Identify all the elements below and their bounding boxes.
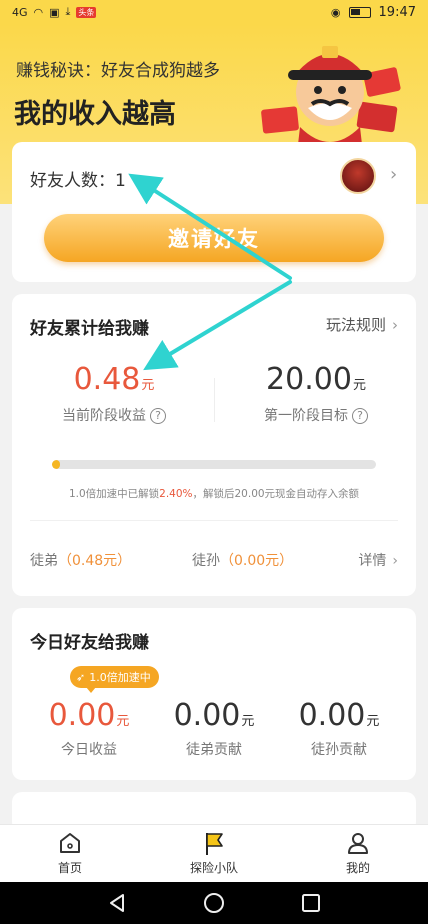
today-earnings-unit: 元 xyxy=(116,714,130,729)
progress-note-prefix: 1.0倍加速中已解锁 xyxy=(68,488,160,500)
home-circle-icon[interactable] xyxy=(203,892,225,914)
grand-disciple-label: 徒孙 xyxy=(192,553,220,569)
disciple-contribution-value: 0.00 xyxy=(173,698,241,733)
disciple-contribution-stat: 0.00元 徒弟贡献 xyxy=(149,698,279,759)
news-notification-badge: 头条 xyxy=(76,6,97,18)
grand-disciple-value: （0.00元） xyxy=(220,553,294,569)
friend-avatar[interactable] xyxy=(340,158,376,194)
rules-label: 玩法规则 xyxy=(325,316,386,334)
current-stage-earnings: 0.48元 当前阶段收益? xyxy=(32,362,196,425)
today-earnings-value: 0.00 xyxy=(48,698,116,733)
grand-disciple-contribution-stat: 0.00元 徒孙贡献 xyxy=(274,698,404,759)
rules-link[interactable]: 玩法规则 › xyxy=(326,314,398,335)
invite-friends-button[interactable]: 邀请好友 xyxy=(44,214,384,262)
tab-adventure-team-label: 探险小队 xyxy=(189,861,238,875)
wifi-icon: ◠ xyxy=(33,5,44,19)
grand-disciple-contribution-unit: 元 xyxy=(366,714,380,729)
today-earnings-card: 今日好友给我赚 ➶ 1.0倍加速中 0.00元 今日收益 0.00元 徒弟贡献 0… xyxy=(12,608,416,780)
target-unit: 元 xyxy=(352,378,366,393)
friend-count-value: 1 xyxy=(115,171,126,191)
chevron-right-icon[interactable]: › xyxy=(390,164,397,185)
earnings-title: 好友累计给我赚 xyxy=(30,319,149,339)
rocket-icon: ➶ xyxy=(76,670,86,684)
tab-home[interactable]: 首页 xyxy=(20,829,120,876)
grand-disciple-contribution-caption: 徒孙贡献 xyxy=(311,742,367,758)
boost-badge: ➶ 1.0倍加速中 xyxy=(70,666,159,693)
chevron-right-icon: › xyxy=(392,316,398,334)
progress-note: 1.0倍加速中已解锁2.40%，解锁后20.00元现金自动存入余额 xyxy=(12,486,416,501)
hero-tip: 赚钱秘诀：好友合成狗越多 xyxy=(16,61,220,81)
battery-icon xyxy=(348,6,371,18)
current-earnings-value: 0.48 xyxy=(73,362,141,397)
bottom-tab-bar: 首页 探险小队 我的 xyxy=(0,824,428,882)
clock: 19:47 xyxy=(378,4,416,20)
disciple-value: （0.48元） xyxy=(58,553,132,569)
home-icon xyxy=(20,829,120,857)
tab-adventure-team[interactable]: 探险小队 xyxy=(164,829,264,876)
divider xyxy=(30,520,398,521)
tab-home-label: 首页 xyxy=(57,861,82,875)
target-caption: 第一阶段目标 xyxy=(264,408,348,424)
download-icon: ⤓ xyxy=(65,5,71,18)
friends-card[interactable]: 好友人数：1 › 邀请好友 xyxy=(12,142,416,282)
status-bar: 4G ◠ ▣ ⤓ 头条 ◉ 19:47 xyxy=(0,0,428,24)
chevron-right-icon: › xyxy=(392,553,398,569)
eye-icon: ◉ xyxy=(330,5,341,19)
recent-apps-icon[interactable] xyxy=(300,892,322,914)
today-earnings-caption: 今日收益 xyxy=(61,742,117,758)
disciple-contribution-unit: 元 xyxy=(241,714,255,729)
current-earnings-unit: 元 xyxy=(141,378,155,393)
first-stage-target: 20.00元 第一阶段目标? xyxy=(234,362,398,425)
disciple-earnings[interactable]: 徒弟（0.48元） xyxy=(30,550,131,570)
flag-icon xyxy=(164,829,264,857)
disciple-label: 徒弟 xyxy=(30,553,58,569)
user-icon xyxy=(308,829,408,857)
boost-label: 1.0倍加速中 xyxy=(89,671,151,684)
friend-count-label: 好友人数： xyxy=(30,171,115,191)
friend-count: 好友人数：1 xyxy=(30,166,126,191)
progress-note-percent: 2.40% xyxy=(159,488,193,500)
back-icon[interactable] xyxy=(106,892,128,914)
cumulative-earnings-card: 好友累计给我赚 玩法规则 › 0.48元 当前阶段收益? 20.00元 第一阶段目… xyxy=(12,294,416,596)
system-navigation-bar xyxy=(0,882,428,924)
help-icon[interactable]: ? xyxy=(150,408,166,424)
today-earnings-stat: 0.00元 今日收益 xyxy=(24,698,154,759)
target-value: 20.00 xyxy=(266,362,352,397)
details-link[interactable]: 详情 › xyxy=(358,550,398,570)
hero-title: 我的收入越高 xyxy=(14,99,176,130)
unlock-progress-fill xyxy=(52,460,60,469)
image-icon: ▣ xyxy=(49,5,60,19)
progress-note-suffix: ，解锁后20.00元现金自动存入余额 xyxy=(192,488,360,500)
stat-divider xyxy=(214,378,215,422)
grand-disciple-earnings[interactable]: 徒孙（0.00元） xyxy=(192,550,293,570)
tab-mine[interactable]: 我的 xyxy=(308,829,408,876)
details-label: 详情 xyxy=(358,553,387,569)
help-icon[interactable]: ? xyxy=(352,408,368,424)
grand-disciple-contribution-value: 0.00 xyxy=(298,698,366,733)
signal-icon: 4G xyxy=(12,5,28,19)
tab-mine-label: 我的 xyxy=(345,861,370,875)
today-title: 今日好友给我赚 xyxy=(30,633,149,653)
unlock-progress-bar xyxy=(52,460,376,469)
current-earnings-caption: 当前阶段收益 xyxy=(62,408,146,424)
disciple-contribution-caption: 徒弟贡献 xyxy=(186,742,242,758)
